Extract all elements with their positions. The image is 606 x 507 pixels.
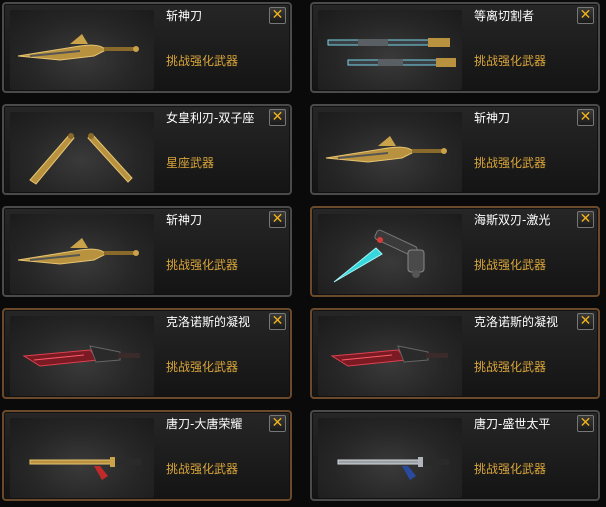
close-button[interactable]: ✕	[269, 415, 286, 432]
weapon-name: 唐刀-盛世太平	[474, 417, 551, 431]
weapon-card[interactable]: 等离切割者 挑战强化武器 ✕	[310, 2, 600, 93]
plasma-cutter-icon	[327, 38, 456, 67]
weapon-image	[318, 214, 462, 294]
red-blade-icon	[330, 345, 448, 367]
weapon-category: 挑战强化武器	[166, 54, 239, 68]
golden-blade-icon	[325, 136, 447, 163]
weapon-image	[318, 112, 462, 192]
weapon-category: 挑战强化武器	[474, 360, 547, 374]
weapon-name: 克洛诺斯的凝视	[474, 315, 559, 329]
weapon-card[interactable]: 海斯双刃-激光 挑战强化武器 ✕	[310, 206, 600, 297]
laser-blade-icon	[333, 229, 425, 283]
close-button[interactable]: ✕	[269, 7, 286, 24]
weapon-category: 挑战强化武器	[166, 360, 239, 374]
weapon-name: 斩神刀	[166, 9, 203, 23]
close-button[interactable]: ✕	[269, 109, 286, 126]
weapon-image	[10, 10, 154, 90]
twin-daggers-icon	[29, 133, 133, 185]
weapon-image	[10, 214, 154, 294]
weapon-category: 挑战强化武器	[474, 462, 547, 476]
tang-sword-gold-icon	[29, 457, 141, 480]
golden-blade-icon	[17, 34, 139, 61]
close-button[interactable]: ✕	[577, 109, 594, 126]
weapon-name: 唐刀-大唐荣耀	[166, 417, 243, 431]
tang-sword-silver-icon	[337, 457, 449, 480]
weapon-name: 斩神刀	[166, 213, 203, 227]
golden-blade-icon	[17, 238, 139, 265]
weapon-card[interactable]: 唐刀-大唐荣耀 挑战强化武器 ✕	[2, 410, 292, 501]
weapon-name: 海斯双刃-激光	[474, 213, 551, 227]
close-button[interactable]: ✕	[577, 211, 594, 228]
weapon-image	[318, 418, 462, 498]
weapon-card[interactable]: 克洛诺斯的凝视 挑战强化武器 ✕	[2, 308, 292, 399]
weapon-category: 挑战强化武器	[166, 258, 239, 272]
weapon-category: 挑战强化武器	[166, 462, 239, 476]
close-button[interactable]: ✕	[577, 415, 594, 432]
weapon-category: 挑战强化武器	[474, 54, 547, 68]
weapon-card[interactable]: 斩神刀 挑战强化武器 ✕	[2, 2, 292, 93]
close-button[interactable]: ✕	[577, 313, 594, 330]
weapon-card[interactable]: 斩神刀 挑战强化武器 ✕	[310, 104, 600, 195]
weapon-card[interactable]: 克洛诺斯的凝视 挑战强化武器 ✕	[310, 308, 600, 399]
weapon-name: 等离切割者	[474, 9, 535, 23]
close-button[interactable]: ✕	[577, 7, 594, 24]
weapon-name: 斩神刀	[474, 111, 511, 125]
weapon-image	[318, 316, 462, 396]
weapon-category: 挑战强化武器	[474, 258, 547, 272]
weapon-image	[318, 10, 462, 90]
close-button[interactable]: ✕	[269, 211, 286, 228]
red-blade-icon	[22, 345, 140, 367]
weapon-card[interactable]: 斩神刀 挑战强化武器 ✕	[2, 206, 292, 297]
weapon-category: 星座武器	[166, 156, 215, 170]
weapon-image	[10, 112, 154, 192]
weapon-image	[10, 418, 154, 498]
weapon-card[interactable]: 女皇利刃-双子座 星座武器 ✕	[2, 104, 292, 195]
close-button[interactable]: ✕	[269, 313, 286, 330]
weapon-name: 女皇利刃-双子座	[166, 111, 255, 125]
weapon-name: 克洛诺斯的凝视	[166, 315, 251, 329]
weapon-category: 挑战强化武器	[474, 156, 547, 170]
weapon-card[interactable]: 唐刀-盛世太平 挑战强化武器 ✕	[310, 410, 600, 501]
weapon-image	[10, 316, 154, 396]
